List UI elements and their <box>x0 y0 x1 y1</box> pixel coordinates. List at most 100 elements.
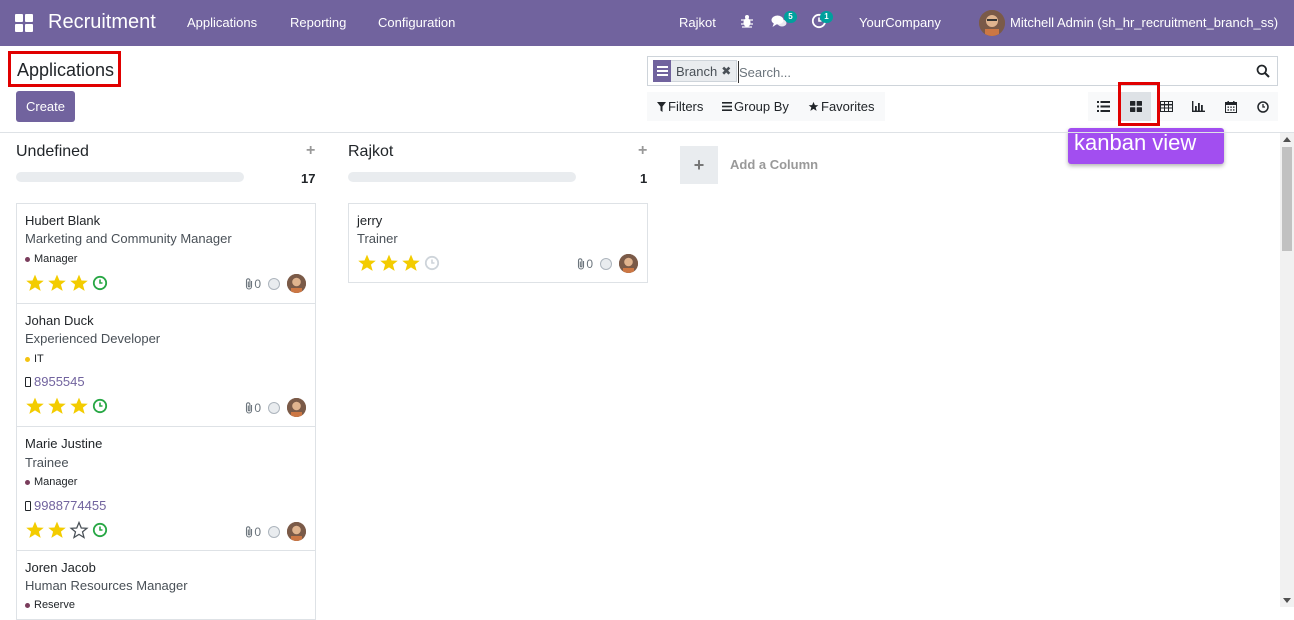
app-menu-icon[interactable] <box>15 14 33 32</box>
add-column-label[interactable]: Add a Column <box>730 157 818 172</box>
star-filled-icon[interactable] <box>69 273 89 293</box>
add-column-button[interactable]: + <box>680 146 718 184</box>
kanban-card[interactable]: Hubert Blank Marketing and Community Man… <box>16 203 316 304</box>
card-footer-right: 0 <box>244 274 306 293</box>
column-quick-create-button[interactable]: + <box>638 142 647 160</box>
messages-count-badge: 5 <box>784 11 797 23</box>
attachments[interactable]: 0 <box>244 401 261 415</box>
activity-view-button[interactable] <box>1247 92 1278 121</box>
company-switcher[interactable]: YourCompany <box>859 15 941 30</box>
tag-label: IT <box>34 353 44 365</box>
priority-stars[interactable] <box>25 520 108 540</box>
activity-clock-icon[interactable] <box>92 275 108 291</box>
activities-count-badge: 1 <box>820 11 833 23</box>
star-filled-icon[interactable] <box>47 396 67 416</box>
user-avatar[interactable] <box>979 10 1005 36</box>
tag-color-dot <box>25 479 30 485</box>
scroll-down-arrow-icon[interactable] <box>1283 598 1291 603</box>
scrollbar-thumb[interactable] <box>1282 147 1292 251</box>
menu-applications[interactable]: Applications <box>187 15 257 30</box>
attachments[interactable]: 0 <box>576 257 593 271</box>
column-progress-bar[interactable] <box>348 172 576 182</box>
tag-color-dot <box>25 256 30 262</box>
star-filled-icon[interactable] <box>25 396 45 416</box>
phone-value: 8955545 <box>34 374 85 389</box>
column-quick-create-button[interactable]: + <box>306 142 315 160</box>
filters-button[interactable]: Filters <box>657 99 703 114</box>
tag-color-dot <box>25 356 30 362</box>
attachments[interactable]: 0 <box>244 277 261 291</box>
activity-clock-icon[interactable] <box>92 398 108 414</box>
create-button[interactable]: Create <box>16 91 75 122</box>
search-options: Filters Group By Favorites <box>647 92 885 121</box>
column-title[interactable]: Rajkot <box>348 143 393 161</box>
kanban-view-highlight <box>1118 82 1160 126</box>
search-input[interactable] <box>738 61 1238 83</box>
calendar-view-button[interactable] <box>1215 92 1246 121</box>
phone-number[interactable]: 9988774455 <box>25 498 106 513</box>
column-title[interactable]: Undefined <box>16 143 89 161</box>
groupby-button[interactable]: Group By <box>722 99 789 114</box>
column-progress-bar[interactable] <box>16 172 244 182</box>
star-filled-icon[interactable] <box>47 273 67 293</box>
star-filled-icon[interactable] <box>69 396 89 416</box>
tag: IT <box>25 353 44 365</box>
column-record-count: 17 <box>301 171 316 186</box>
kanban-state-circle[interactable] <box>268 277 280 290</box>
kanban-card[interactable]: jerry Trainer 0 <box>348 203 648 283</box>
page-title: Applications <box>17 60 115 80</box>
paperclip-icon <box>246 525 253 538</box>
applicant-name: jerry <box>357 213 383 228</box>
favorites-label: Favorites <box>821 99 875 114</box>
kanban-card[interactable]: Johan Duck Experienced Developer IT 8955… <box>16 303 316 427</box>
user-menu[interactable]: Mitchell Admin (sh_hr_recruitment_branch… <box>1010 15 1278 30</box>
calendar-icon <box>1224 100 1237 113</box>
graph-view-button[interactable] <box>1183 92 1214 121</box>
attachments[interactable]: 0 <box>244 525 261 539</box>
mobile-icon <box>25 500 31 511</box>
branch-switcher[interactable]: Rajkot <box>679 15 716 30</box>
menu-reporting[interactable]: Reporting <box>290 15 346 30</box>
priority-stars[interactable] <box>357 253 440 273</box>
paperclip-icon <box>246 401 253 414</box>
kanban-state-circle[interactable] <box>268 401 280 414</box>
tag-label: Manager <box>34 253 78 265</box>
star-filled-icon[interactable] <box>357 253 377 273</box>
app-name[interactable]: Recruitment <box>48 11 156 34</box>
recruiter-avatar <box>287 398 306 417</box>
priority-stars[interactable] <box>25 396 108 416</box>
activity-clock-icon[interactable] <box>92 522 108 538</box>
job-title: Trainer <box>357 231 398 246</box>
star-filled-icon[interactable] <box>401 253 421 273</box>
star-empty-icon[interactable] <box>69 520 89 540</box>
favorites-button[interactable]: Favorites <box>808 99 874 114</box>
activity-clock-icon[interactable] <box>424 255 440 271</box>
job-title: Experienced Developer <box>25 331 161 346</box>
recruiter-avatar <box>287 522 306 541</box>
star-filled-icon[interactable] <box>25 273 45 293</box>
filter-icon <box>657 101 666 112</box>
kanban-state-circle[interactable] <box>268 525 280 538</box>
phone-number[interactable]: 8955545 <box>25 374 85 389</box>
bug-icon[interactable] <box>739 13 755 29</box>
applicant-name: Marie Justine <box>25 436 103 451</box>
search-icon[interactable] <box>1256 64 1270 78</box>
kanban-state-circle[interactable] <box>600 257 612 270</box>
attachment-count: 0 <box>254 400 261 415</box>
star-filled-icon[interactable] <box>25 520 45 540</box>
menu-configuration[interactable]: Configuration <box>378 15 455 30</box>
kanban-view-annotation: kanban view <box>1068 128 1224 164</box>
priority-stars[interactable] <box>25 273 108 293</box>
kanban-card[interactable]: Marie Justine Trainee Manager 9988774455… <box>16 426 316 551</box>
card-footer-right: 0 <box>244 522 306 541</box>
scroll-up-arrow-icon[interactable] <box>1283 137 1291 142</box>
star-filled-icon[interactable] <box>47 520 67 540</box>
facet-remove-icon[interactable]: ✖ <box>721 64 731 78</box>
facet-label: Branch <box>676 63 718 79</box>
list-view-button[interactable] <box>1088 92 1119 121</box>
star-filled-icon[interactable] <box>379 253 399 273</box>
star-icon <box>808 101 819 111</box>
kanban-card[interactable]: Joren Jacob Human Resources Manager Rese… <box>16 550 316 620</box>
attachment-count: 0 <box>254 276 261 291</box>
vertical-scrollbar[interactable] <box>1280 133 1294 607</box>
